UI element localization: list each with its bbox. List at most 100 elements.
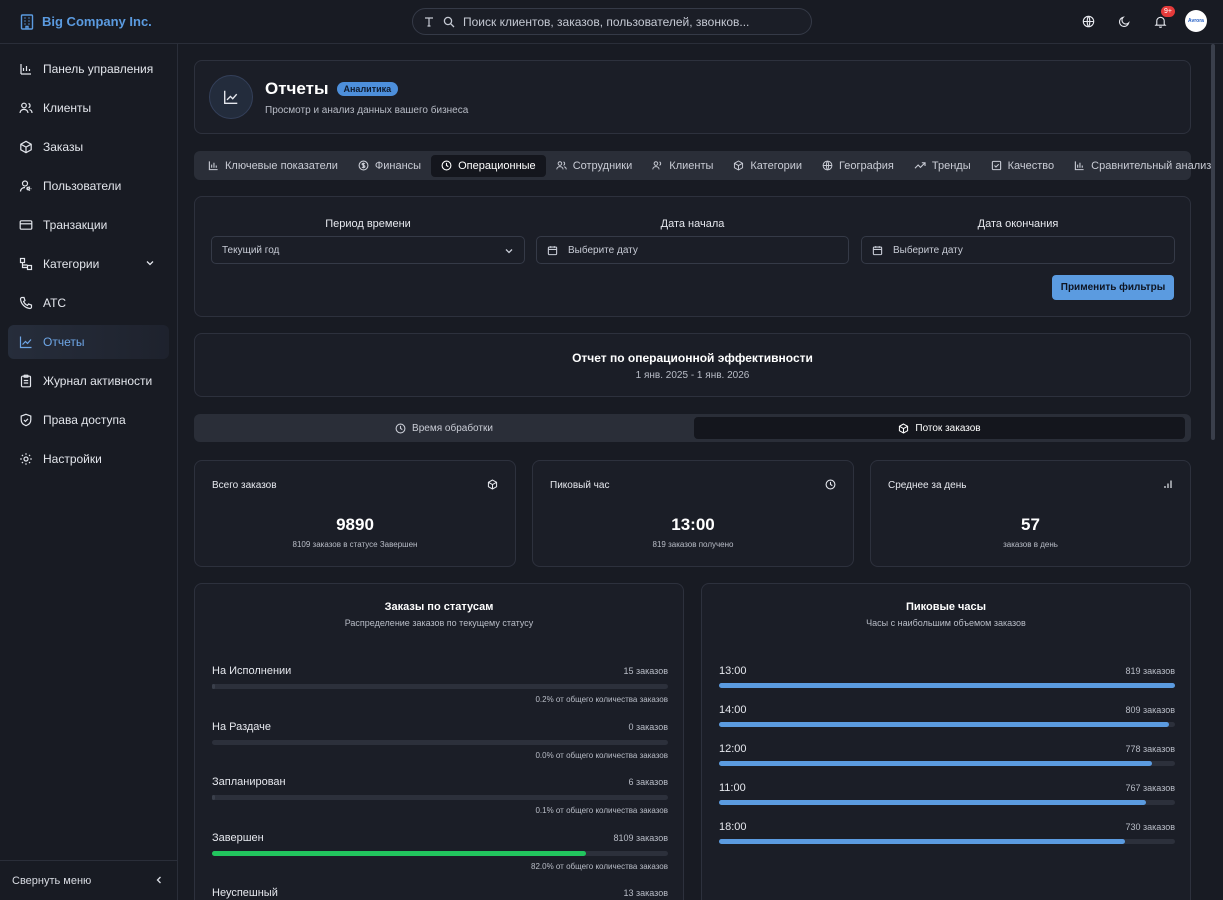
period-value: Текущий год xyxy=(222,244,280,256)
analytics-badge: Аналитика xyxy=(336,81,399,96)
package-icon xyxy=(898,422,909,434)
language-button[interactable] xyxy=(1077,10,1099,32)
tab-finance[interactable]: Финансы xyxy=(348,155,431,177)
theme-toggle[interactable] xyxy=(1113,10,1135,32)
start-date-placeholder: Выберите дату xyxy=(568,244,638,256)
sidebar-item-label: Клиенты xyxy=(43,101,92,115)
status-progress-fill xyxy=(212,684,215,689)
status-progress-track xyxy=(212,684,668,689)
peak-hour-row: 18:00 730 заказов xyxy=(719,821,1175,851)
peak-progress-fill xyxy=(719,800,1147,805)
categories-icon xyxy=(19,257,33,271)
tab-label: Финансы xyxy=(374,159,422,172)
text-cursor-icon xyxy=(423,16,435,28)
peak-hour: 13:00 xyxy=(719,665,747,677)
orders-by-status-panel: Заказы по статусам Распределение заказов… xyxy=(194,583,684,900)
peak-progress-track xyxy=(719,761,1175,766)
chevron-left-icon xyxy=(154,875,164,885)
kpi-label: Среднее за день xyxy=(888,480,967,491)
clock-icon xyxy=(825,479,836,490)
report-title: Отчет по операционной эффективности xyxy=(572,351,813,365)
avatar[interactable]: Avrora xyxy=(1185,10,1207,32)
peak-hour: 18:00 xyxy=(719,821,747,833)
tab-label: Тренды xyxy=(931,159,971,172)
page-header: Отчеты Аналитика Просмотр и анализ данны… xyxy=(194,60,1191,134)
page-scrollbar[interactable] xyxy=(1211,44,1215,440)
status-count: 6 заказов xyxy=(628,777,669,787)
report-date-range: 1 янв. 2025 - 1 янв. 2026 xyxy=(635,370,750,381)
search-icon xyxy=(443,16,455,28)
status-count: 8109 заказов xyxy=(613,832,668,843)
peak-count: 809 заказов xyxy=(1125,705,1176,715)
tab-comparative[interactable]: Сравнительный анализ xyxy=(1064,155,1221,177)
report-header-card: Отчет по операционной эффективности 1 ян… xyxy=(194,333,1191,397)
subtab-processing-time[interactable]: Время обработки xyxy=(198,417,690,439)
status-count: 13 заказов xyxy=(623,888,669,898)
notifications-button[interactable]: 9+ xyxy=(1149,6,1175,32)
sidebar-item-permissions[interactable]: Права доступа xyxy=(8,403,169,437)
tab-clients[interactable]: Клиенты xyxy=(642,155,723,177)
globe-icon xyxy=(822,160,833,171)
tab-label: Качество xyxy=(1007,159,1055,172)
sidebar-item-categories[interactable]: Категории xyxy=(8,247,169,281)
sidebar-item-users[interactable]: Пользователи xyxy=(8,169,169,203)
status-progress-track xyxy=(212,850,668,856)
peak-progress-fill xyxy=(719,839,1126,844)
chevron-down-icon[interactable] xyxy=(145,258,155,268)
peak-progress-track xyxy=(719,839,1175,844)
peak-count: 778 заказов xyxy=(1125,744,1176,754)
tab-categories[interactable]: Категории xyxy=(723,155,812,177)
tab-employees[interactable]: Сотрудники xyxy=(546,155,643,177)
kpi-subtext: 819 заказов получено xyxy=(652,540,734,549)
status-progress-track xyxy=(212,739,668,745)
kpi-label: Пиковый час xyxy=(550,480,610,491)
tab-label: Ключевые показатели xyxy=(225,159,338,172)
package-icon xyxy=(733,160,744,171)
tab-trends[interactable]: Тренды xyxy=(904,155,981,177)
sidebar-item-orders[interactable]: Заказы xyxy=(8,130,169,164)
clipboard-icon xyxy=(19,374,33,388)
end-date-picker[interactable]: Выберите дату xyxy=(861,236,1175,264)
kpi-subtext: 8109 заказов в статусе Завершен xyxy=(292,540,418,549)
tab-label: Сотрудники xyxy=(572,159,633,172)
tab-quality[interactable]: Качество xyxy=(981,155,1065,177)
search-input[interactable]: Поиск клиентов, заказов, пользователей, … xyxy=(412,8,812,35)
period-select[interactable]: Текущий год xyxy=(211,236,525,264)
shield-icon xyxy=(19,413,33,427)
tab-key-metrics[interactable]: Ключевые показатели xyxy=(198,155,348,177)
sidebar-item-activity-log[interactable]: Журнал активности xyxy=(8,364,169,398)
tab-geography[interactable]: География xyxy=(812,155,904,177)
peak-count: 767 заказов xyxy=(1125,783,1176,793)
trending-up-icon xyxy=(914,160,926,171)
collapse-menu-button[interactable]: Свернуть меню xyxy=(0,860,178,900)
clock-icon xyxy=(441,160,452,171)
sidebar-item-label: Отчеты xyxy=(43,335,85,349)
moon-icon xyxy=(1118,15,1131,28)
sidebar-item-label: Журнал активности xyxy=(43,374,153,388)
sidebar-item-dashboard[interactable]: Панель управления xyxy=(8,52,169,86)
sidebar-item-clients[interactable]: Клиенты xyxy=(8,91,169,125)
sidebar-item-label: Настройки xyxy=(43,452,102,466)
sidebar-item-settings[interactable]: Настройки xyxy=(8,442,169,476)
sidebar-item-reports[interactable]: Отчеты xyxy=(8,325,169,359)
sidebar-item-transactions[interactable]: Транзакции xyxy=(8,208,169,242)
subtab-order-flow[interactable]: Поток заказов xyxy=(694,417,1185,439)
kpi-total-orders: Всего заказов 9890 8109 заказов в статус… xyxy=(194,460,516,567)
signal-bars-icon xyxy=(1163,479,1173,489)
start-date-picker[interactable]: Выберите дату xyxy=(536,236,849,264)
tab-operational[interactable]: Операционные xyxy=(431,154,546,177)
status-name: На Раздаче xyxy=(212,720,272,733)
peak-hour: 11:00 xyxy=(719,782,746,794)
brand[interactable]: Big Company Inc. xyxy=(0,13,178,30)
peak-progress-fill xyxy=(719,683,1175,688)
panel-title: Пиковые часы xyxy=(905,601,987,613)
sidebar-item-pbx[interactable]: АТС xyxy=(8,286,169,320)
chart-line-icon xyxy=(209,75,253,119)
calendar-icon xyxy=(872,245,883,256)
status-name: На Исполнении xyxy=(212,665,292,677)
peak-count: 819 заказов xyxy=(1125,666,1176,676)
status-name: Завершен xyxy=(212,831,264,844)
apply-filters-button[interactable]: Применить фильтры xyxy=(1052,275,1174,300)
gear-icon xyxy=(19,452,33,466)
status-name: Неуспешный xyxy=(212,887,278,899)
